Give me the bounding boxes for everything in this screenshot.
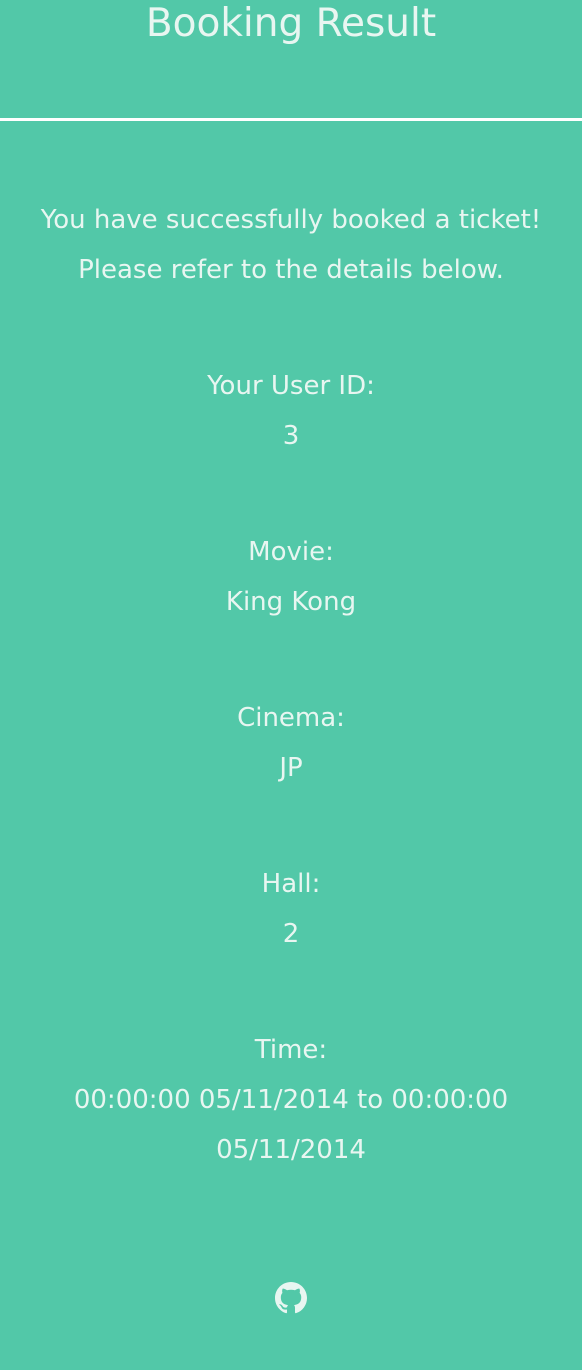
time-value: 00:00:00 05/11/2014 to 00:00:00 05/11/20… <box>73 1085 509 1165</box>
page-title: Booking Result <box>145 1 437 46</box>
github-link[interactable] <box>275 1282 307 1314</box>
time-label: Time: <box>254 1035 328 1065</box>
detail-movie: Movie: King Kong <box>51 527 531 627</box>
detail-cinema: Cinema: JP <box>51 693 531 793</box>
github-icon <box>275 1282 307 1314</box>
main-content: You have successfully booked a ticket! P… <box>0 195 582 1175</box>
user-id-label: Your User ID: <box>207 371 375 401</box>
movie-label: Movie: <box>248 537 334 567</box>
movie-value: King Kong <box>225 587 357 617</box>
cinema-label: Cinema: <box>237 703 345 733</box>
footer <box>0 1282 582 1318</box>
success-message: You have successfully booked a ticket! P… <box>31 195 551 295</box>
success-message-line-2: Please refer to the details below. <box>78 255 504 285</box>
hall-label: Hall: <box>261 869 321 899</box>
cinema-value: JP <box>279 753 303 783</box>
detail-user-id: Your User ID: 3 <box>51 361 531 461</box>
header: Booking Result <box>0 0 582 121</box>
hall-value: 2 <box>282 919 300 949</box>
detail-time: Time: 00:00:00 05/11/2014 to 00:00:00 05… <box>56 1025 526 1175</box>
user-id-value: 3 <box>282 421 300 451</box>
booking-result-page: Booking Result You have successfully boo… <box>0 0 582 1370</box>
detail-hall: Hall: 2 <box>51 859 531 959</box>
success-message-line-1: You have successfully booked a ticket! <box>40 205 542 235</box>
